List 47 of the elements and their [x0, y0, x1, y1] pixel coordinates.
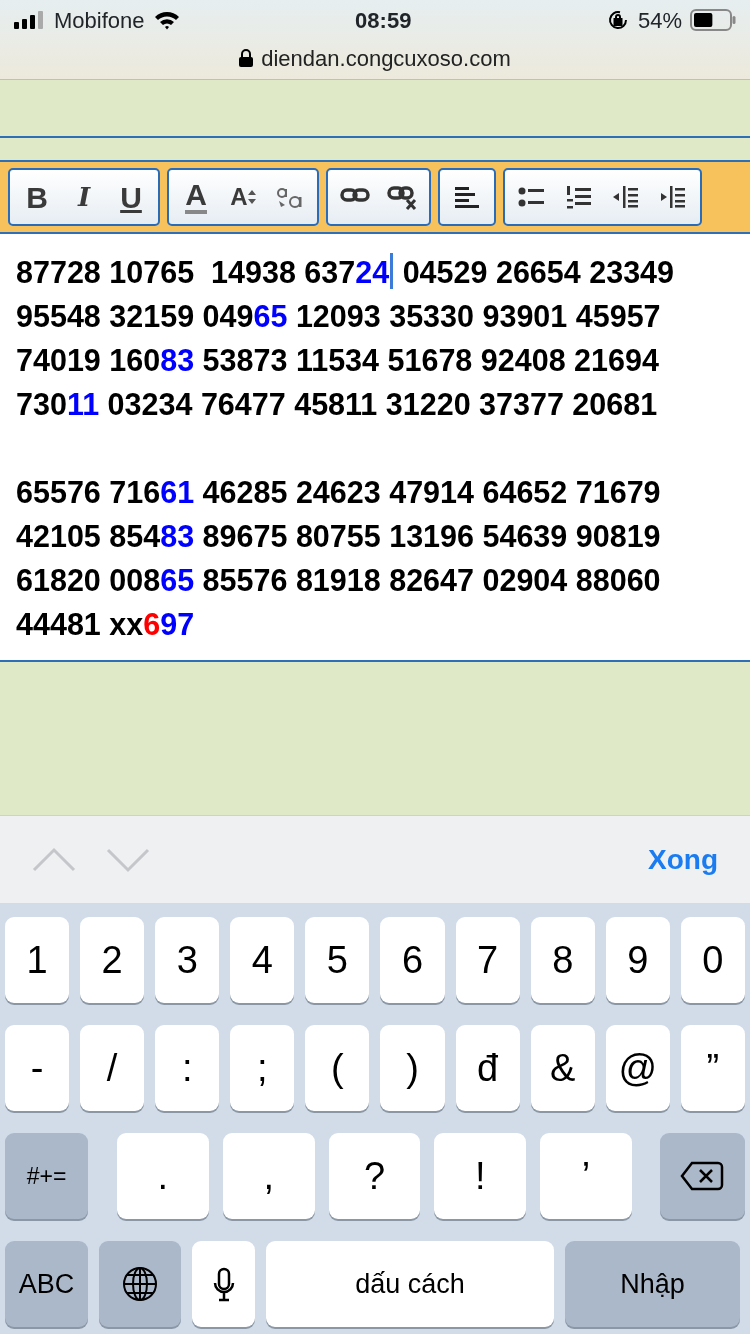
number-line: 61820 00865 85576 81918 82647 02904 88060	[16, 562, 662, 599]
keyboard-key[interactable]: 7	[455, 917, 520, 1003]
font-size-button[interactable]: A	[220, 171, 266, 223]
keyboard-key[interactable]: !	[434, 1133, 527, 1219]
battery-percent: 54%	[637, 6, 682, 35]
page-url[interactable]: diendan.congcuxoso.com	[261, 41, 511, 75]
number-line: 42105 85483 89675 80755 13196 54639 90819	[16, 518, 662, 555]
underline-button[interactable]: U	[108, 171, 154, 223]
keyboard-key[interactable]: ;	[230, 1025, 295, 1111]
keyboard-key[interactable]: /	[80, 1025, 145, 1111]
number-line: 95548 32159 04965 12093 35330 93901 45957	[16, 298, 662, 335]
number-line: 73011 03234 76477 45811 31220 37377 20681	[16, 386, 659, 423]
keyboard-key[interactable]: 2	[80, 917, 145, 1003]
keyboard-key[interactable]: 8	[530, 917, 595, 1003]
keyboard-key[interactable]: ?	[328, 1133, 421, 1219]
keyboard-key[interactable]: ”	[680, 1025, 745, 1111]
number-line: 44481 xx697	[16, 606, 196, 643]
keyboard-key[interactable]: (	[305, 1025, 370, 1111]
keyboard-key[interactable]: 9	[605, 917, 670, 1003]
clock-time: 08:59	[355, 6, 412, 35]
return-key[interactable]: Nhập	[565, 1241, 740, 1327]
keyboard-key[interactable]: đ	[455, 1025, 520, 1111]
keyboard-key[interactable]: -	[5, 1025, 70, 1111]
keyboard-key[interactable]: 1	[5, 917, 70, 1003]
mode-switch-key[interactable]: ABC	[5, 1241, 88, 1327]
number-line: 74019 16083 53873 11534 51678 92408 21694	[16, 342, 660, 379]
bold-button[interactable]: B	[14, 171, 60, 223]
keyboard-key[interactable]: .	[117, 1133, 209, 1219]
number-line: 87728 10765 14938 63724 04529 26654 23349	[16, 252, 676, 291]
carrier-name: Mobifone	[54, 6, 145, 35]
space-key[interactable]: dấu cách	[266, 1241, 554, 1327]
mode-switch-key[interactable]: #+=	[5, 1133, 88, 1219]
text-color-button[interactable]: A	[173, 171, 219, 223]
keyboard-key[interactable]: 5	[305, 917, 370, 1003]
keyboard-key[interactable]: 6	[380, 917, 445, 1003]
keyboard-key[interactable]: 3	[155, 917, 220, 1003]
keyboard-key[interactable]: &	[530, 1025, 595, 1111]
keyboard-key[interactable]: :	[155, 1025, 220, 1111]
keyboard-key[interactable]: @	[605, 1025, 670, 1111]
keyboard-key[interactable]: ,	[222, 1133, 315, 1219]
italic-button[interactable]: I	[61, 171, 107, 223]
keyboard-key[interactable]: 0	[680, 917, 745, 1003]
number-line: 65576 71661 46285 24623 47914 64652 71679	[16, 474, 662, 511]
keyboard-key[interactable]: 4	[230, 917, 295, 1003]
keyboard-key[interactable]: )	[380, 1025, 445, 1111]
keyboard-key[interactable]: ’	[540, 1133, 632, 1219]
done-button[interactable]: Xong	[648, 838, 718, 881]
